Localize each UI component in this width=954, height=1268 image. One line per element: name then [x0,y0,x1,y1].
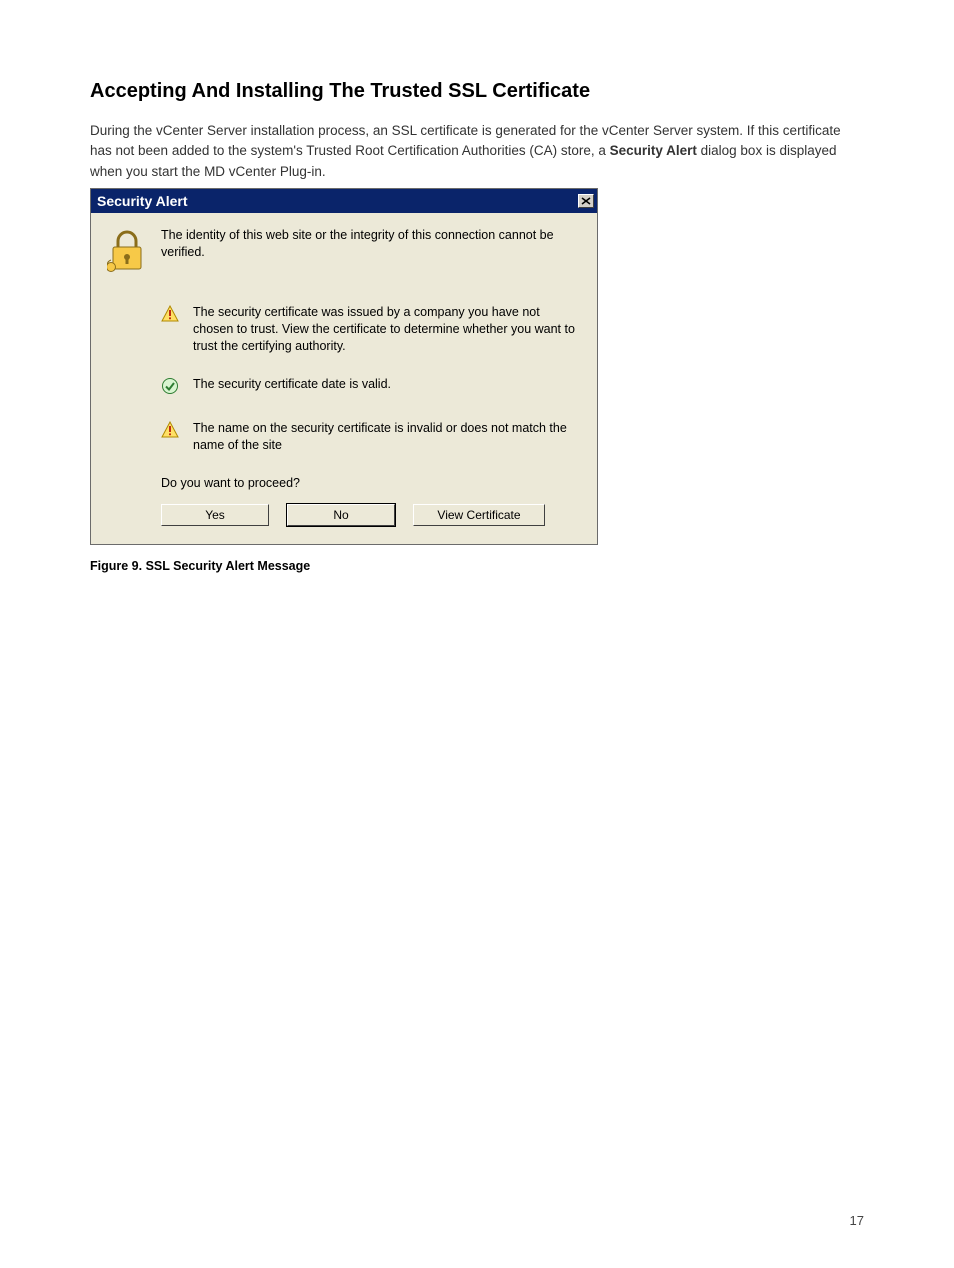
cert-name-message: The name on the security certificate is … [193,420,579,454]
bold-term: Security Alert [610,143,697,158]
warning-icon [161,420,179,442]
dialog-title: Security Alert [97,193,188,209]
figure-caption: Figure 9. SSL Security Alert Message [90,559,864,573]
section-heading: Accepting And Installing The Trusted SSL… [90,80,864,103]
cert-trust-message: The security certificate was issued by a… [193,304,579,355]
yes-button[interactable]: Yes [161,504,269,526]
security-alert-dialog: Security Alert [90,188,598,545]
no-button[interactable]: No [287,504,395,526]
intro-paragraph: During the vCenter Server installation p… [90,121,864,182]
view-certificate-button[interactable]: View Certificate [413,504,545,526]
proceed-prompt: Do you want to proceed? [161,476,579,490]
page-number: 17 [850,1213,864,1228]
checkmark-icon [161,376,179,398]
close-icon [581,197,591,205]
dialog-titlebar: Security Alert [91,189,597,213]
lock-icon [107,227,147,278]
cert-date-message: The security certificate date is valid. [193,376,391,393]
close-button[interactable] [578,194,594,208]
dialog-intro-text: The identity of this web site or the int… [161,227,579,261]
warning-icon [161,304,179,326]
